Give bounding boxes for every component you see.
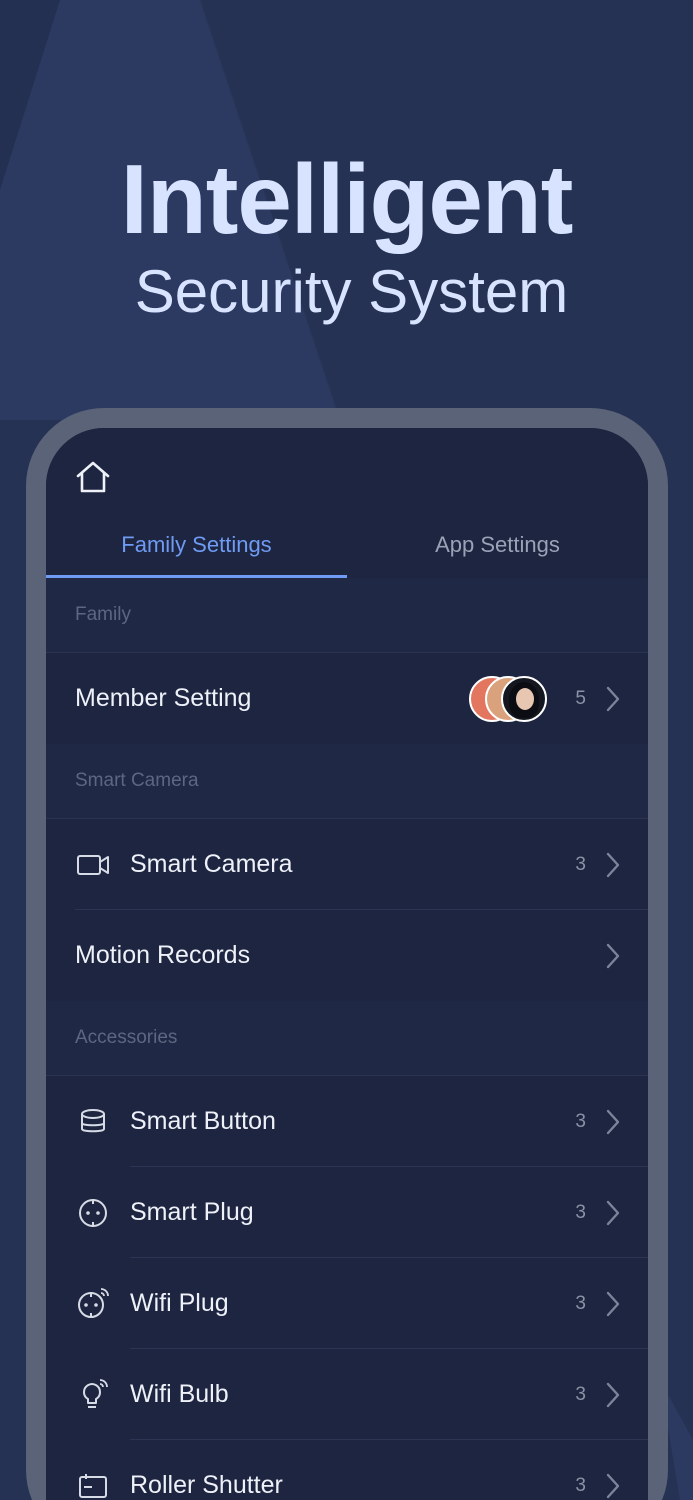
video-camera-icon — [76, 848, 110, 882]
top-bar: Family Settings App Settings — [46, 428, 648, 578]
smart-camera-count: 3 — [575, 853, 586, 875]
motion-records-row[interactable]: Motion Records — [46, 910, 648, 1001]
hero-heading: Intelligent Security System — [0, 150, 693, 322]
smart-button-count: 3 — [575, 1110, 586, 1132]
wifi-plug-row[interactable]: Wifi Plug 3 — [46, 1258, 648, 1349]
phone-screen: Family Settings App Settings Family Memb… — [46, 428, 648, 1500]
roller-shutter-row[interactable]: Roller Shutter 3 — [46, 1440, 648, 1500]
avatar — [501, 675, 548, 722]
tab-app-settings[interactable]: App Settings — [347, 522, 648, 578]
settings-tabs: Family Settings App Settings — [46, 522, 648, 578]
section-header-accessories: Accessories — [46, 1001, 648, 1076]
member-setting-row[interactable]: Member Setting 5 — [46, 653, 648, 744]
smart-plug-count: 3 — [575, 1201, 586, 1223]
member-avatars — [469, 675, 549, 722]
chevron-right-icon — [606, 1200, 620, 1225]
chevron-right-icon — [606, 1473, 620, 1498]
wifi-bulb-icon — [76, 1378, 110, 1412]
section-header-family: Family — [46, 578, 648, 653]
tab-family-settings[interactable]: Family Settings — [46, 522, 347, 578]
wifi-bulb-label: Wifi Bulb — [130, 1380, 229, 1408]
wifi-bulb-count: 3 — [575, 1383, 586, 1405]
chevron-right-icon — [606, 1109, 620, 1134]
wifi-plug-icon — [76, 1287, 110, 1321]
smart-button-label: Smart Button — [130, 1107, 276, 1135]
smart-plug-label: Smart Plug — [130, 1198, 254, 1226]
hero-title: Intelligent — [120, 144, 574, 254]
roller-shutter-icon — [76, 1469, 110, 1500]
tab-app-settings-label: App Settings — [435, 532, 560, 557]
smart-camera-row[interactable]: Smart Camera 3 — [46, 819, 648, 910]
member-setting-label: Member Setting — [75, 684, 252, 712]
plug-icon — [76, 1196, 110, 1230]
wifi-bulb-row[interactable]: Wifi Bulb 3 — [46, 1349, 648, 1440]
chevron-right-icon — [606, 686, 620, 711]
section-header-smart-camera: Smart Camera — [46, 744, 648, 819]
roller-shutter-label: Roller Shutter — [130, 1471, 283, 1499]
member-count: 5 — [575, 687, 586, 709]
tab-family-settings-label: Family Settings — [121, 532, 272, 557]
smart-camera-label: Smart Camera — [130, 850, 293, 878]
wifi-plug-label: Wifi Plug — [130, 1289, 229, 1317]
smart-button-icon — [76, 1105, 110, 1139]
smart-button-row[interactable]: Smart Button 3 — [46, 1076, 648, 1167]
chevron-right-icon — [606, 943, 620, 968]
smart-plug-row[interactable]: Smart Plug 3 — [46, 1167, 648, 1258]
motion-records-label: Motion Records — [75, 941, 251, 969]
chevron-right-icon — [606, 852, 620, 877]
hero-subtitle: Security System — [134, 258, 569, 325]
home-icon[interactable] — [74, 458, 112, 496]
roller-shutter-count: 3 — [575, 1474, 586, 1496]
chevron-right-icon — [606, 1382, 620, 1407]
wifi-plug-count: 3 — [575, 1292, 586, 1314]
chevron-right-icon — [606, 1291, 620, 1316]
